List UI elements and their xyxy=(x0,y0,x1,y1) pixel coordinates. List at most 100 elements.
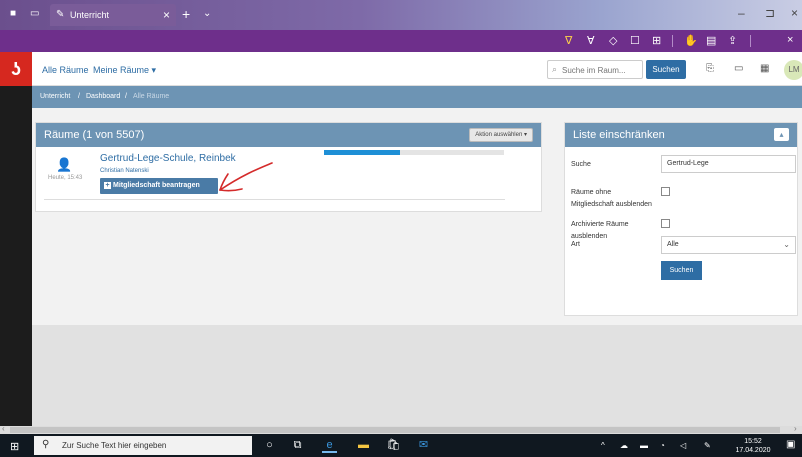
toolbar-divider xyxy=(672,35,673,47)
action-select-button[interactable]: Aktion auswählen ▾ xyxy=(469,128,533,142)
panel-divider xyxy=(44,199,505,200)
room-progress-bar xyxy=(324,150,504,155)
clip-icon[interactable]: ⊞ xyxy=(652,34,661,47)
left-rail xyxy=(0,52,32,434)
pen-icon: ✎ xyxy=(56,9,65,20)
notification-icon[interactable]: ▣ xyxy=(786,439,795,450)
type-label: Art xyxy=(571,241,580,248)
edge-icon[interactable]: e xyxy=(322,438,337,453)
breadcrumb-separator: / xyxy=(125,93,127,100)
filter-search-input[interactable]: Gertrud-Lege xyxy=(661,155,796,173)
touch-write-icon[interactable]: ✋ xyxy=(684,34,698,47)
search-icon: ⌕ xyxy=(552,64,558,74)
avatar[interactable]: LM xyxy=(784,60,802,80)
nav-my-rooms[interactable]: Meine Räume ▾ xyxy=(93,65,156,76)
scrollbar-thumb[interactable] xyxy=(10,427,780,433)
ballpoint-pen-icon[interactable]: ∇ xyxy=(565,34,572,47)
page-footer-area xyxy=(32,325,802,427)
cortana-icon[interactable]: ○ xyxy=(262,438,277,453)
search-icon: ⚲ xyxy=(42,439,50,450)
new-tab-button[interactable]: + xyxy=(182,6,190,22)
no-membership-label-line2: Mitgliedschaft ausblenden xyxy=(571,201,652,208)
taskbar-clock[interactable]: 15:52 17.04.2020 xyxy=(731,437,775,455)
archived-checkbox[interactable] xyxy=(661,219,670,228)
rooms-panel-title: Räume (1 von 5507) xyxy=(44,129,145,141)
clipboard-icon[interactable]: ⎘ xyxy=(706,63,714,74)
file-explorer-icon[interactable]: ▬ xyxy=(356,438,371,453)
cloud-icon[interactable]: ☁ xyxy=(620,441,628,450)
breadcrumb-unterricht[interactable]: Unterricht xyxy=(40,93,70,100)
header-search-button[interactable]: Suchen xyxy=(646,60,686,79)
minimize-button[interactable]: – xyxy=(738,6,745,20)
type-select-value: Alle xyxy=(667,241,679,248)
taskbar: ⊞ ⚲ Zur Suche Text hier eingeben ○ ⧉ e ▬… xyxy=(0,434,802,457)
windows-start-icon[interactable]: ⊞ xyxy=(10,440,19,453)
comment-icon[interactable]: ☐ xyxy=(630,34,640,47)
filter-search-label: Suche xyxy=(571,161,591,168)
type-select[interactable]: Alle ⌄ xyxy=(661,236,796,254)
breadcrumb-separator: / xyxy=(78,93,80,100)
ink-toolbar: ∇ ∀ ◇ ☐ ⊞ ✋ ▤ ⇪ × xyxy=(0,30,802,52)
rooms-panel-header: Räume (1 von 5507) Aktion auswählen ▾ xyxy=(36,123,541,147)
restore-button[interactable]: ⊐ xyxy=(765,6,775,20)
nav-all-rooms[interactable]: Alle Räume xyxy=(42,65,89,75)
mail-icon[interactable]: ✉ xyxy=(416,438,431,453)
taskbar-search-text: Zur Suche Text hier eingeben xyxy=(62,441,167,450)
eraser-icon[interactable]: ◇ xyxy=(609,34,617,47)
room-time: Heute, 15:43 xyxy=(48,175,83,181)
collapse-chevron-icon[interactable]: ▴ xyxy=(774,128,789,141)
tab-list-chevron-icon[interactable]: ⌄ xyxy=(203,8,211,19)
toolbar-divider xyxy=(750,35,751,47)
store-icon[interactable]: 🛍 xyxy=(386,438,401,453)
tab-close-icon[interactable]: × xyxy=(163,8,170,22)
archived-label-line1: Archivierte Räume xyxy=(571,221,629,228)
breadcrumb-dashboard[interactable]: Dashboard xyxy=(86,93,120,100)
no-membership-checkbox[interactable] xyxy=(661,187,670,196)
tab-actions-icon[interactable]: ■ xyxy=(10,9,20,19)
scroll-left-icon[interactable]: ‹ xyxy=(2,424,5,433)
app-logo[interactable]: ʖ xyxy=(0,52,32,86)
filter-search-button[interactable]: Suchen xyxy=(661,261,702,280)
share-icon[interactable]: ⇪ xyxy=(728,34,737,47)
window-close-button[interactable]: × xyxy=(791,6,798,20)
volume-icon[interactable]: ◁ xyxy=(680,441,686,450)
tab-preview-icon[interactable]: ▭ xyxy=(30,9,40,19)
add-user-icon: 👤 xyxy=(56,157,73,172)
wifi-icon[interactable]: ◔ xyxy=(660,441,665,450)
exit-ink-icon[interactable]: × xyxy=(787,34,793,46)
no-membership-label-line1: Räume ohne xyxy=(571,189,612,196)
room-search-input[interactable] xyxy=(562,63,640,77)
tab-title: Unterricht xyxy=(70,10,110,20)
breadcrumb: Unterricht / Dashboard / Alle Räume xyxy=(32,86,802,108)
pen-tray-icon[interactable]: ✎ xyxy=(704,441,711,450)
request-membership-label: Mitgliedschaft beantragen xyxy=(113,182,200,189)
site-header: Alle Räume Meine Räume ▾ ⌕ Suchen ⎘ ▭ ▦ … xyxy=(32,52,802,86)
scroll-right-icon[interactable]: › xyxy=(794,424,797,433)
room-search[interactable]: ⌕ xyxy=(547,60,643,79)
handwritten-arrow xyxy=(219,162,273,192)
content-area: Räume (1 von 5507) Aktion auswählen ▾ 👤 … xyxy=(32,108,802,325)
taskbar-search[interactable]: ⚲ Zur Suche Text hier eingeben xyxy=(34,436,252,455)
save-icon[interactable]: ▤ xyxy=(706,34,716,47)
clock-date: 17.04.2020 xyxy=(735,447,771,454)
chevron-down-icon: ▾ xyxy=(151,65,157,75)
grid-icon[interactable]: ▦ xyxy=(760,63,769,74)
nav-my-rooms-label: Meine Räume xyxy=(93,65,150,75)
browser-tab-unterricht[interactable]: ✎ Unterricht × xyxy=(50,4,176,26)
rooms-panel: Räume (1 von 5507) Aktion auswählen ▾ 👤 … xyxy=(35,122,542,212)
breadcrumb-current: Alle Räume xyxy=(133,93,170,100)
folder-icon[interactable]: ▭ xyxy=(734,63,743,74)
task-view-icon[interactable]: ⧉ xyxy=(290,438,305,453)
filter-panel-header: Liste einschränken ▴ xyxy=(565,123,797,147)
room-owner-link[interactable]: Christian Natenski xyxy=(100,168,149,174)
battery-icon[interactable]: ▬ xyxy=(640,441,648,450)
clock-time: 15:52 xyxy=(744,438,762,445)
highlighter-icon[interactable]: ∀ xyxy=(587,34,595,47)
chevron-down-icon: ⌄ xyxy=(783,240,790,249)
plus-icon: + xyxy=(104,182,111,189)
browser-titlebar: ■ ▭ ✎ Unterricht × + ⌄ – ⊐ × xyxy=(0,0,802,30)
room-progress-fill xyxy=(324,150,400,155)
horizontal-scrollbar[interactable]: ‹ › xyxy=(0,424,802,434)
tray-chevron-icon[interactable]: ^ xyxy=(601,441,605,450)
request-membership-button[interactable]: + Mitgliedschaft beantragen xyxy=(100,178,218,194)
